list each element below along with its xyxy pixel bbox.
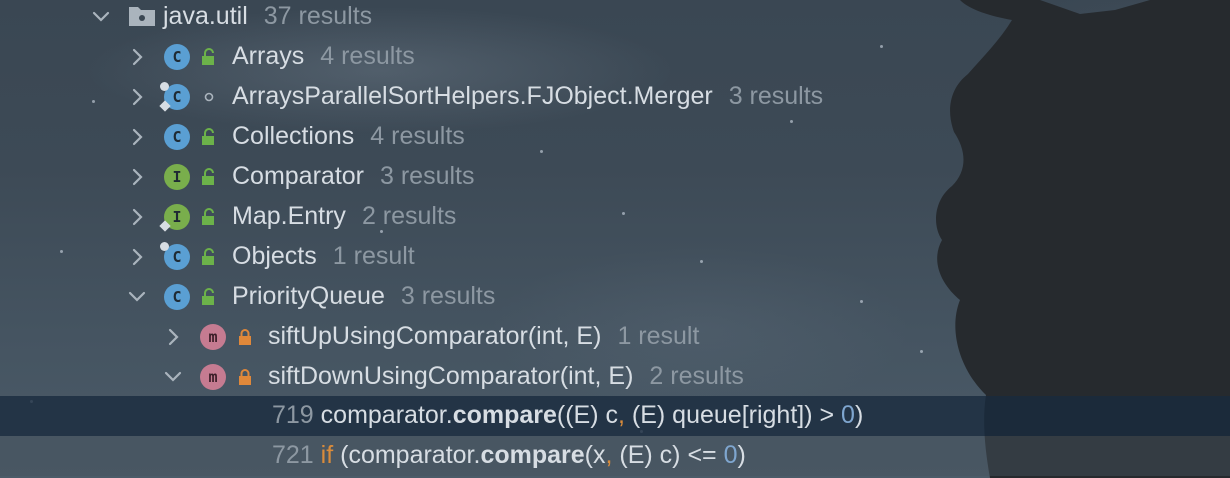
static-badge-icon <box>159 100 171 112</box>
result-count: 1 result <box>617 322 700 350</box>
chevron-down-icon[interactable] <box>90 6 112 28</box>
tree-row-class-priorityqueue[interactable]: C PriorityQueue 3 results <box>0 277 1230 317</box>
interface-name: Comparator <box>232 162 364 190</box>
usages-tree: java.util 37 results C Arrays 4 results C … <box>0 0 1230 478</box>
public-lock-icon <box>199 247 219 267</box>
public-lock-icon <box>199 207 219 227</box>
public-lock-icon <box>199 287 219 307</box>
public-lock-icon <box>199 47 219 67</box>
tree-row-class-collections[interactable]: C Collections 4 results <box>0 117 1230 157</box>
usage-code: 719 comparator.compare((E) c, (E) queue[… <box>272 401 864 429</box>
package-result-count: 37 results <box>263 2 373 30</box>
class-name: PriorityQueue <box>232 282 385 310</box>
class-name: Arrays <box>232 42 305 70</box>
tree-row-method-siftup[interactable]: m siftUpUsingComparator(int, E) 1 result <box>0 317 1230 357</box>
tree-row-class-arraysparallelsorthelpers[interactable]: C ArraysParallelSortHelpers.FJObject.Mer… <box>0 77 1230 117</box>
class-name: Collections <box>232 122 355 150</box>
tree-row-package[interactable]: java.util 37 results <box>0 0 1230 37</box>
line-number: 719 <box>272 401 314 429</box>
class-name: Objects <box>232 242 317 270</box>
package-name: java.util <box>163 2 248 30</box>
tree-row-method-siftdown[interactable]: m siftDownUsingComparator(int, E) 2 resul… <box>0 357 1230 397</box>
method-name: siftDownUsingComparator(int, E) <box>268 362 634 390</box>
usage-row-selected[interactable]: 719 comparator.compare((E) c, (E) queue[… <box>0 396 1230 436</box>
public-lock-icon <box>199 167 219 187</box>
class-icon: C <box>164 44 190 70</box>
usage-match: compare <box>480 441 585 469</box>
chevron-right-icon[interactable] <box>126 206 148 228</box>
usage-code: 721 if (comparator.compare(x, (E) c) <= … <box>272 441 746 469</box>
nested-class-icon: C <box>159 82 190 112</box>
class-name: ArraysParallelSortHelpers.FJObject.Merge… <box>232 82 713 110</box>
result-count: 3 results <box>400 282 496 310</box>
result-count: 4 results <box>370 122 465 150</box>
chevron-right-icon[interactable] <box>162 326 184 348</box>
result-count: 4 results <box>320 42 415 70</box>
chevron-right-icon[interactable] <box>126 166 148 188</box>
method-icon: m <box>200 364 226 390</box>
result-count: 2 results <box>361 202 457 230</box>
chevron-right-icon[interactable] <box>126 86 148 108</box>
tree-row-interface-map-entry[interactable]: I Map.Entry 2 results <box>0 197 1230 237</box>
nested-interface-icon: I <box>159 204 190 232</box>
static-badge-icon <box>159 220 171 232</box>
private-lock-icon <box>235 367 255 387</box>
package-private-icon <box>199 87 219 107</box>
keyword: if <box>320 441 334 469</box>
chevron-right-icon[interactable] <box>126 126 148 148</box>
final-badge-icon <box>160 242 169 251</box>
result-count: 3 results <box>728 82 824 110</box>
usage-match: compare <box>452 401 557 429</box>
line-number: 721 <box>272 441 314 469</box>
chevron-down-icon[interactable] <box>162 366 184 388</box>
nested-badge-icon <box>160 82 169 91</box>
result-count: 3 results <box>380 162 475 190</box>
result-count: 2 results <box>649 362 744 390</box>
chevron-right-icon[interactable] <box>126 246 148 268</box>
private-lock-icon <box>235 327 255 347</box>
result-count: 1 result <box>332 242 415 270</box>
tree-row-class-arrays[interactable]: C Arrays 4 results <box>0 37 1230 77</box>
interface-icon: I <box>164 164 190 190</box>
method-icon: m <box>200 324 226 350</box>
chevron-down-icon[interactable] <box>126 286 148 308</box>
folder-icon <box>128 3 156 27</box>
usage-row[interactable]: 721 if (comparator.compare(x, (E) c) <= … <box>0 436 1230 476</box>
class-icon: C <box>160 242 190 270</box>
interface-name: Map.Entry <box>232 202 346 230</box>
chevron-right-icon[interactable] <box>126 46 148 68</box>
method-name: siftUpUsingComparator(int, E) <box>268 322 602 350</box>
class-icon: C <box>164 284 190 310</box>
public-lock-icon <box>199 127 219 147</box>
tree-row-interface-comparator[interactable]: I Comparator 3 results <box>0 157 1230 197</box>
tree-row-class-objects[interactable]: C Objects 1 result <box>0 237 1230 277</box>
class-icon: C <box>164 124 190 150</box>
